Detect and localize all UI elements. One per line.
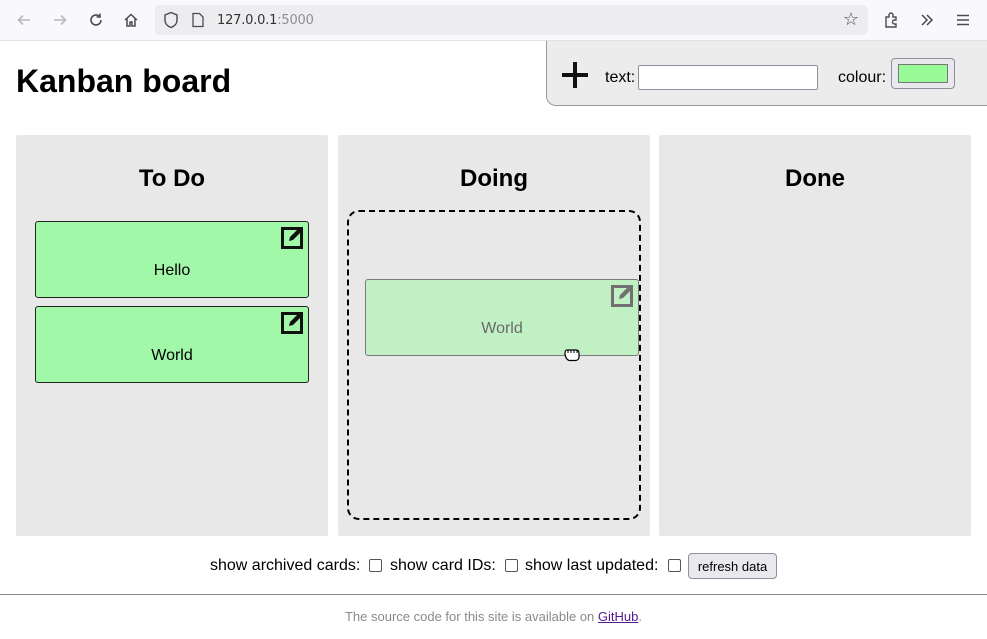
edit-icon[interactable] <box>281 225 305 249</box>
options-row: show archived cards: show card IDs: show… <box>0 553 987 579</box>
url-bar[interactable]: 127.0.0.1:5000 ☆ <box>155 5 868 35</box>
back-arrow-icon[interactable] <box>12 8 36 32</box>
forward-arrow-icon[interactable] <box>48 8 72 32</box>
url-host: 127.0.0.1 <box>217 13 278 28</box>
column-title: To Do <box>138 165 206 192</box>
colour-swatch <box>898 64 948 83</box>
show-updated-checkbox[interactable] <box>668 559 681 572</box>
page-icon <box>192 12 204 28</box>
shield-icon[interactable] <box>163 11 179 29</box>
show-ids-label: show card IDs: <box>390 557 496 574</box>
text-label: text: <box>605 69 636 86</box>
add-card-plus-icon[interactable] <box>562 62 588 88</box>
show-archived-checkbox[interactable] <box>369 559 382 572</box>
url-text: 127.0.0.1:5000 <box>217 13 314 28</box>
card[interactable]: World <box>35 306 309 383</box>
card-text-input[interactable] <box>638 65 818 90</box>
colour-picker[interactable] <box>891 58 955 89</box>
show-ids-checkbox[interactable] <box>505 559 518 572</box>
grab-cursor-icon <box>564 349 580 362</box>
extensions-icon[interactable] <box>880 8 904 32</box>
footer: The source code for this site is availab… <box>0 609 987 624</box>
add-card-panel: text: colour: <box>546 41 987 106</box>
dragging-card[interactable]: World <box>365 279 639 356</box>
column-title: Done <box>785 165 845 192</box>
github-link[interactable]: GitHub <box>598 609 638 624</box>
menu-hamburger-icon[interactable] <box>951 8 975 32</box>
footer-text: The source code for this site is availab… <box>344 609 598 624</box>
footer-divider <box>0 594 987 595</box>
edit-icon[interactable] <box>611 283 635 307</box>
page-title: Kanban board <box>16 63 232 99</box>
edit-icon[interactable] <box>281 310 305 334</box>
column-title: Doing <box>460 165 528 192</box>
home-icon[interactable] <box>119 8 143 32</box>
browser-toolbar: 127.0.0.1:5000 ☆ <box>0 0 987 41</box>
refresh-data-button[interactable]: refresh data <box>688 553 777 579</box>
footer-period: . <box>638 609 642 624</box>
bookmark-star-icon[interactable]: ☆ <box>840 9 862 31</box>
show-archived-label: show archived cards: <box>210 557 361 574</box>
url-port: :5000 <box>277 13 314 28</box>
column-doing: Doing World <box>338 135 650 536</box>
card-text: Hello <box>153 262 191 279</box>
column-done: Done <box>659 135 971 536</box>
colour-label: colour: <box>838 69 887 86</box>
show-updated-label: show last updated: <box>525 557 659 574</box>
card-text: World <box>481 320 523 337</box>
card-text: World <box>151 347 193 364</box>
reload-icon[interactable] <box>84 8 108 32</box>
drop-zone[interactable] <box>347 210 641 520</box>
column-todo: To Do Hello World <box>16 135 328 536</box>
overflow-chevrons-icon[interactable] <box>915 8 939 32</box>
card[interactable]: Hello <box>35 221 309 298</box>
